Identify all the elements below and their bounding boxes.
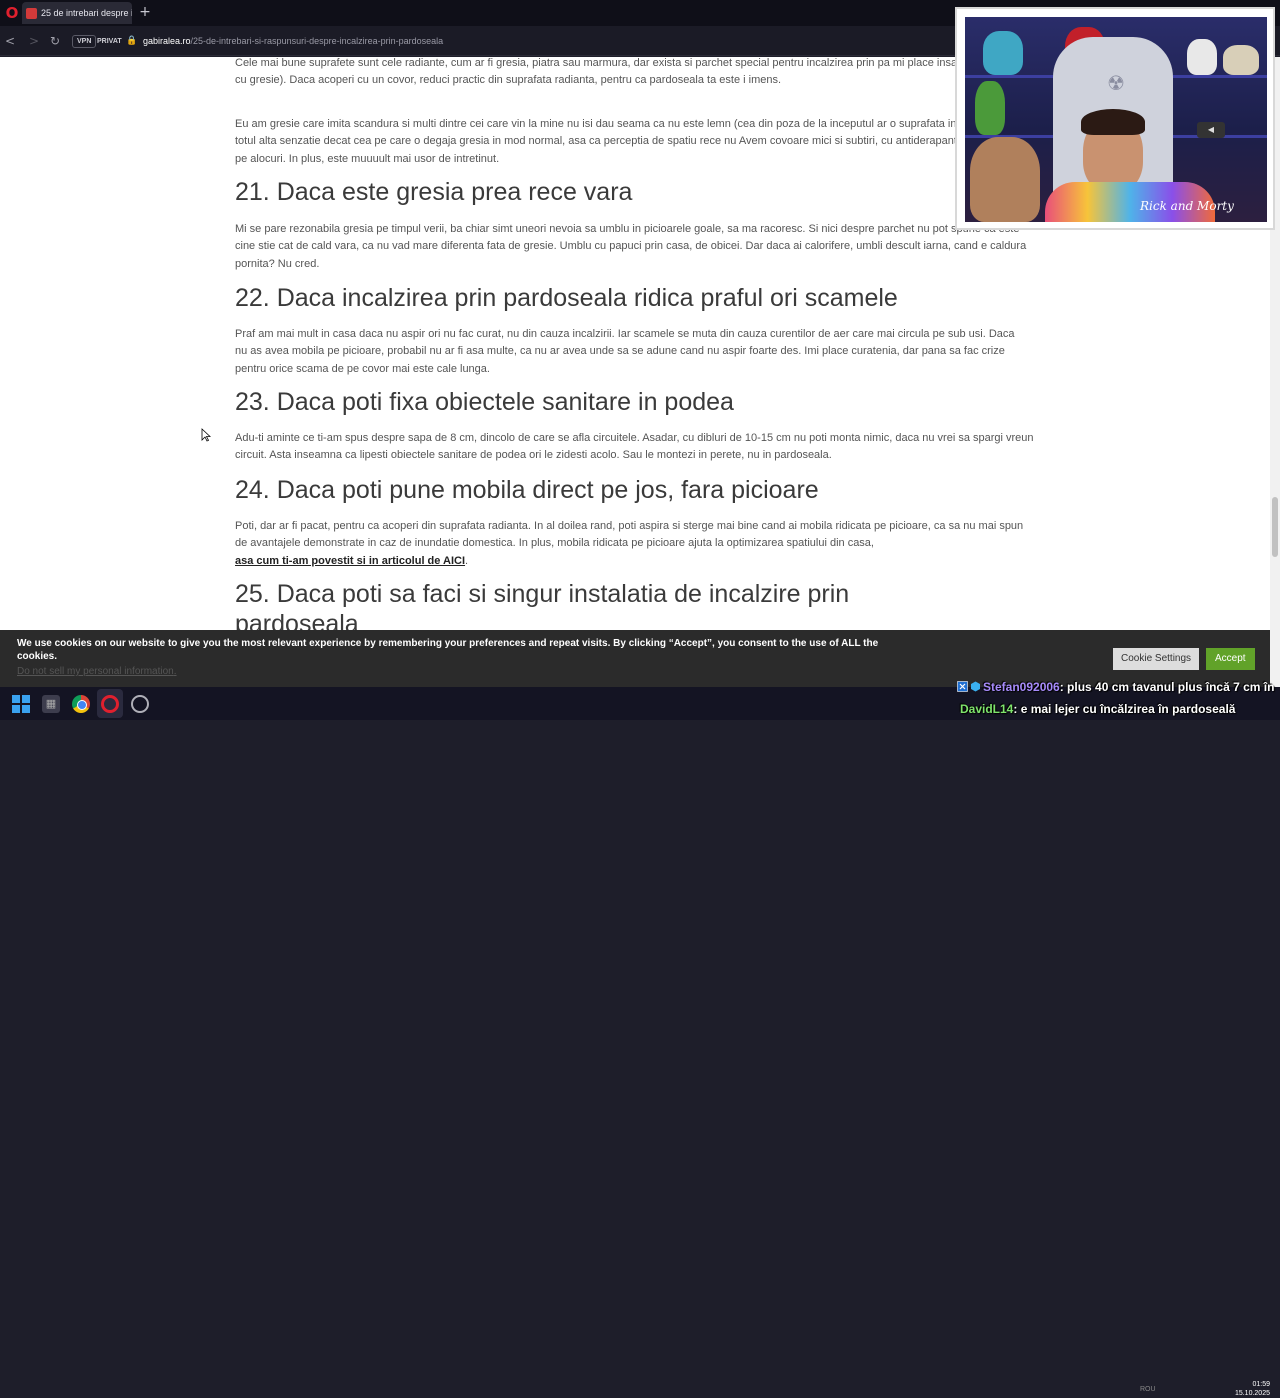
scrollbar-thumb[interactable]: [1272, 497, 1278, 557]
badge-icon: [971, 681, 980, 692]
url-path: /25-de-intrebari-si-raspunsuri-despre-in…: [190, 36, 444, 46]
cookie-text: We use cookies on our website to give yo…: [17, 638, 879, 662]
paragraph-24-end: .: [465, 554, 469, 567]
mouse-cursor-icon: [201, 428, 211, 442]
paragraph-23: Adu-ti aminte ce ti-am spus despre sapa …: [235, 432, 1034, 462]
reload-icon[interactable]: ↻: [47, 33, 63, 49]
paragraph-21: Mi se pare rezonabila gresia pe timpul v…: [235, 223, 1027, 270]
heading-22: 22. Daca incalzirea prin pardoseala ridi…: [235, 284, 898, 312]
plus-icon: +: [139, 4, 151, 20]
app-icon[interactable]: [131, 695, 149, 713]
paragraph-intro-1: Cele mai bune suprafete sunt cele radian…: [235, 57, 1030, 87]
clock-date: 15.10.2025: [1234, 1390, 1270, 1397]
heading-24: 24. Daca poti pune mobila direct pe jos,…: [235, 476, 819, 504]
new-tab-button[interactable]: +: [139, 5, 151, 19]
cookie-settings-button[interactable]: Cookie Settings: [1113, 648, 1200, 670]
paragraph-24: Poti, dar ar fi pacat, pentru ca acoperi…: [235, 518, 1035, 570]
url-field[interactable]: gabiralea.ro/25-de-intrebari-si-raspunsu…: [143, 35, 443, 47]
person-hair: [1081, 109, 1145, 135]
toy-figure: [1187, 39, 1217, 75]
opera-icon[interactable]: O: [3, 4, 21, 22]
paragraph-intro-2: Eu am gresie care imita scandura si mult…: [235, 118, 1030, 165]
webcam-feed: ☢ Rick and Morty ◀: [965, 17, 1267, 222]
heading-21: 21. Daca este gresia prea rece vara: [235, 178, 633, 206]
chat-username: DavidL14: [960, 701, 1014, 716]
webcam-overlay: ☢ Rick and Morty ◀: [955, 7, 1275, 230]
opera-taskbar-icon[interactable]: [101, 695, 119, 713]
chat-text: : plus 40 cm tavanul plus încă 7 cm în: [1059, 679, 1275, 694]
chat-username: Stefan092006: [983, 679, 1060, 694]
toy-figure: [983, 31, 1023, 75]
clock[interactable]: 01:59 15.10.2025: [1228, 1380, 1270, 1398]
vpn-badge[interactable]: VPN: [72, 35, 97, 48]
chat-message: DavidL14 : e mai lejer cu încălzirea în …: [960, 700, 1235, 717]
browser-tab[interactable]: 25 de intrebari despre inc: [22, 2, 132, 24]
shirt-text: Rick and Morty: [1140, 199, 1234, 213]
favicon-icon: [26, 7, 37, 19]
badge-icon: [957, 681, 968, 692]
heading-23: 23. Daca poti fixa obiectele sanitare in…: [235, 388, 734, 416]
private-label: PRIVAT: [97, 38, 122, 45]
lock-icon[interactable]: 🔒: [126, 35, 137, 47]
cookie-link-suffix: .: [173, 666, 177, 677]
chair-logo-icon: ☢: [1107, 71, 1125, 95]
clock-time: 01:59: [1252, 1381, 1270, 1388]
back-icon[interactable]: <: [2, 33, 18, 49]
articol-aici-link[interactable]: asa cum ti-am povestit si in articolul d…: [235, 555, 465, 567]
device-icon: ◀: [1197, 122, 1225, 138]
system-tray[interactable]: ROU: [1140, 1386, 1156, 1393]
chat-text: : e mai lejer cu încălzirea în pardoseal…: [1013, 701, 1236, 716]
chat-message: Stefan092006 : plus 40 cm tavanul plus î…: [957, 678, 1274, 695]
tab-title: 25 de intrebari despre inc: [41, 8, 132, 18]
toy-figure: [975, 81, 1005, 135]
url-domain: gabiralea.ro: [143, 36, 191, 46]
paragraph-24-text: Poti, dar ar fi pacat, pentru ca acoperi…: [235, 520, 1024, 550]
forward-icon[interactable]: >: [26, 33, 42, 49]
app-icon[interactable]: ▦: [42, 695, 60, 713]
windows-start-icon[interactable]: [12, 695, 30, 713]
cookie-link-wrap: Do not sell my personal information.: [17, 666, 177, 677]
do-not-sell-link[interactable]: Do not sell my personal information: [17, 666, 174, 677]
accept-button[interactable]: Accept: [1206, 648, 1255, 670]
chrome-icon[interactable]: [72, 695, 90, 713]
toy-figure: [1223, 45, 1259, 75]
person-hand: [970, 137, 1040, 222]
paragraph-22: Praf am mai mult in casa daca nu aspir o…: [235, 328, 1015, 375]
